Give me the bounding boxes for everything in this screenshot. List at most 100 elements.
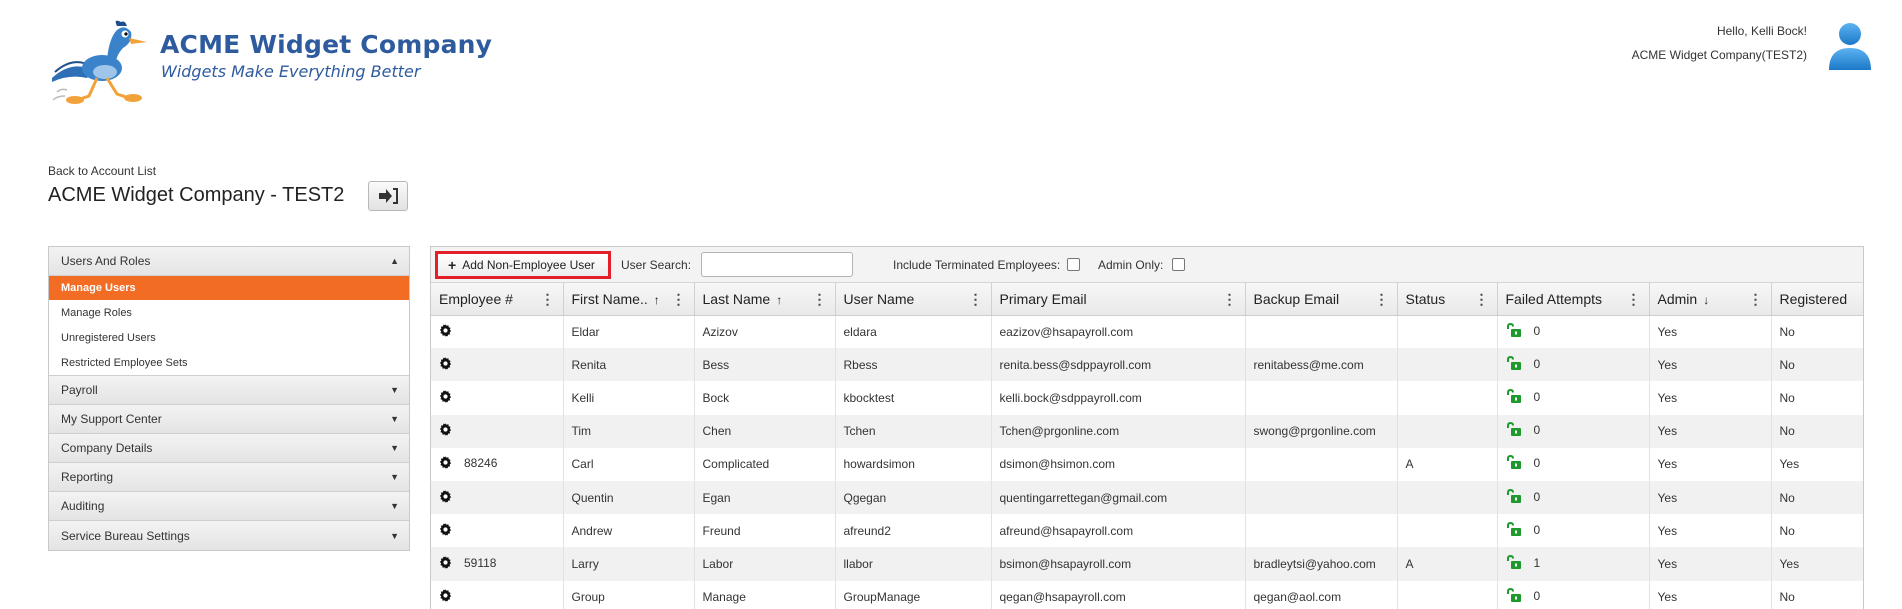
column-header[interactable]: Primary Email ⋮	[991, 283, 1246, 316]
column-header[interactable]: Backup Email ⋮	[1245, 283, 1398, 316]
gear-icon[interactable]	[439, 489, 452, 506]
arrow-into-door-icon	[379, 188, 398, 204]
grid-toolbar: + Add Non-Employee User User Search: Inc…	[431, 247, 1863, 283]
sidebar-section-my-support-center[interactable]: My Support Center ▼	[49, 405, 409, 434]
cell-text: Yes	[1657, 590, 1678, 605]
sidebar-section-company-details[interactable]: Company Details ▼	[49, 434, 409, 463]
column-header[interactable]: Failed Attempts ⋮	[1497, 283, 1650, 316]
table-cell-status	[1397, 480, 1498, 515]
table-row[interactable]: Kelli Bock kbocktest kelli.bock@sdppayroll.…	[431, 381, 1863, 415]
cell-text: No	[1779, 390, 1795, 405]
sidebar-item-restricted-employee-sets[interactable]: Restricted Employee Sets	[49, 350, 409, 375]
table-cell-last: Complicated	[694, 447, 836, 481]
cell-text: Rbess	[843, 357, 878, 372]
table-cell-first: Eldar	[563, 315, 695, 349]
gear-icon[interactable]	[439, 389, 452, 406]
table-cell-admin: Yes	[1649, 414, 1772, 448]
gear-icon[interactable]	[439, 423, 452, 439]
company-context[interactable]: ACME Widget Company(TEST2)	[1632, 48, 1807, 62]
table-cell-status	[1397, 348, 1498, 382]
cell-text: 0	[1533, 589, 1541, 604]
column-menu-icon[interactable]: ⋮	[541, 291, 555, 308]
cell-text: renitabess@me.com	[1253, 357, 1364, 372]
sidebar-section-service-bureau-settings[interactable]: Service Bureau Settings ▼	[49, 521, 409, 550]
table-cell-admin: Yes	[1649, 580, 1772, 609]
table-cell-email: Tchen@prgonline.com	[991, 414, 1246, 448]
admin-only-checkbox[interactable]	[1172, 258, 1185, 271]
unlock-icon[interactable]	[1506, 554, 1522, 573]
sidebar-item-manage-roles[interactable]: Manage Roles	[49, 300, 409, 325]
unlock-icon[interactable]	[1506, 388, 1522, 407]
column-header[interactable]: Registered	[1771, 283, 1863, 316]
sidebar-item-manage-users[interactable]: Manage Users	[49, 276, 409, 300]
switch-account-button[interactable]	[368, 181, 408, 211]
add-non-employee-user-button[interactable]: + Add Non-Employee User	[435, 251, 611, 279]
table-cell-failed: 0	[1497, 348, 1650, 382]
column-header[interactable]: Last Name ↑ ⋮	[694, 283, 836, 316]
user-search-input[interactable]	[701, 252, 853, 277]
gear-icon[interactable]	[439, 555, 452, 572]
gear-icon[interactable]	[439, 456, 452, 472]
column-header[interactable]: Status ⋮	[1397, 283, 1498, 316]
gear-icon[interactable]	[439, 323, 452, 340]
unlock-icon[interactable]	[1506, 355, 1522, 374]
column-menu-icon[interactable]: ⋮	[813, 291, 827, 308]
table-row[interactable]: Andrew Freund afreund2 afreund@hsapayroll.c…	[431, 514, 1863, 548]
unlock-icon[interactable]	[1506, 455, 1522, 473]
column-menu-icon[interactable]: ⋮	[1749, 291, 1763, 308]
table-row[interactable]: Renita Bess Rbess renita.bess@sdppayroll.co…	[431, 348, 1863, 382]
user-avatar-icon[interactable]	[1827, 20, 1873, 72]
table-cell-registered: No	[1771, 580, 1863, 609]
column-menu-icon[interactable]: ⋮	[1375, 291, 1389, 308]
table-cell-email: afreund@hsapayroll.com	[991, 514, 1246, 548]
unlock-icon[interactable]	[1506, 521, 1522, 540]
table-row[interactable]: 88246 Carl Complicated howardsimon dsimon@hs…	[431, 447, 1863, 481]
cell-text: Tchen	[843, 424, 876, 439]
sort-ascending-icon: ↑	[653, 292, 660, 307]
include-terminated-checkbox[interactable]	[1067, 258, 1080, 271]
back-to-account-list-link[interactable]: Back to Account List	[48, 164, 156, 178]
gear-icon[interactable]	[439, 356, 452, 373]
table-row[interactable]: 59118 Larry Labor llabor bsimon@hsapayroll.c…	[431, 547, 1863, 581]
cell-text: No	[1779, 357, 1795, 372]
column-header[interactable]: Employee # ⋮	[431, 283, 564, 316]
table-row[interactable]: Group Manage GroupManage qegan@hsapayroll.c…	[431, 580, 1863, 609]
table-cell-last: Azizov	[694, 315, 836, 349]
sidebar-section-reporting[interactable]: Reporting ▼	[49, 463, 409, 492]
unlock-icon[interactable]	[1506, 422, 1522, 440]
column-menu-icon[interactable]: ⋮	[969, 291, 983, 308]
cell-text: 0	[1533, 356, 1541, 371]
column-header[interactable]: Admin ↓ ⋮	[1649, 283, 1772, 316]
cell-text: eldara	[843, 324, 877, 339]
sidebar-section-users-and-roles[interactable]: Users And Roles ▲	[49, 247, 409, 276]
sidebar-section-payroll[interactable]: Payroll ▼	[49, 376, 409, 405]
unlock-icon[interactable]	[1506, 588, 1522, 606]
table-row[interactable]: Tim Chen Tchen Tchen@prgonline.com swong@prg…	[431, 414, 1863, 448]
table-cell-backup: renitabess@me.com	[1245, 348, 1398, 382]
table-cell-failed: 0	[1497, 514, 1650, 548]
table-row[interactable]: Eldar Azizov eldara eazizov@hsapayroll.com 0…	[431, 315, 1863, 349]
table-cell-registered: Yes	[1771, 447, 1863, 481]
cell-text: llabor	[843, 556, 873, 571]
cell-text: kbocktest	[843, 390, 895, 405]
cell-text: renita.bess@sdppayroll.com	[999, 357, 1152, 372]
column-header[interactable]: User Name ⋮	[835, 283, 992, 316]
column-menu-icon[interactable]: ⋮	[672, 291, 686, 308]
column-header-label: User Name	[843, 290, 915, 307]
table-cell-user: howardsimon	[835, 447, 992, 481]
table-row[interactable]: Quentin Egan Qgegan quentingarrettegan@gmai…	[431, 480, 1863, 515]
gear-icon[interactable]	[439, 589, 452, 605]
table-cell-admin: Yes	[1649, 447, 1772, 481]
column-header-label: First Name..	[571, 290, 648, 307]
unlock-icon[interactable]	[1506, 322, 1522, 341]
column-menu-icon[interactable]: ⋮	[1627, 291, 1641, 308]
unlock-icon[interactable]	[1506, 488, 1522, 507]
column-menu-icon[interactable]: ⋮	[1475, 291, 1489, 308]
sidebar-item-unregistered-users[interactable]: Unregistered Users	[49, 325, 409, 350]
column-header[interactable]: First Name.. ↑ ⋮	[563, 283, 695, 316]
sidebar-section-auditing[interactable]: Auditing ▼	[49, 492, 409, 521]
table-cell-user: Qgegan	[835, 480, 992, 515]
column-menu-icon[interactable]: ⋮	[1223, 291, 1237, 308]
table-cell-email: bsimon@hsapayroll.com	[991, 547, 1246, 581]
gear-icon[interactable]	[439, 522, 452, 539]
